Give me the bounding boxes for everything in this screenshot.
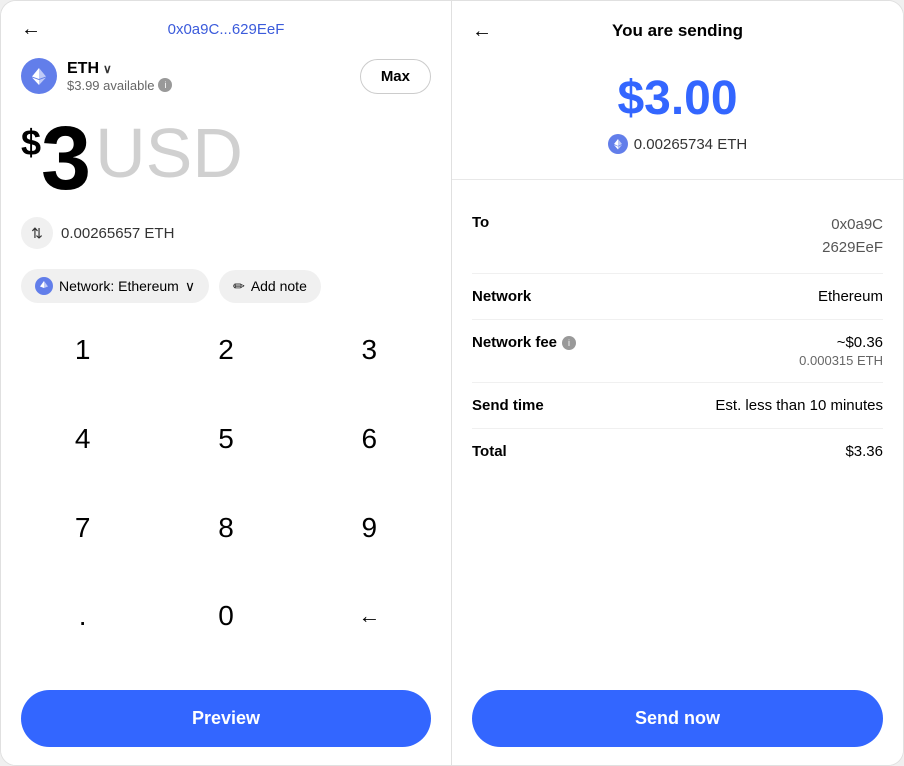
amount-display: $ 3 USD <box>1 104 451 209</box>
dollar-sign: $ <box>21 122 41 164</box>
left-back-button[interactable]: ← <box>21 18 41 41</box>
fee-usd-value: ~$0.36 <box>799 334 883 351</box>
key-3[interactable]: 3 <box>298 320 441 380</box>
numpad: 1 2 3 4 5 6 7 8 9 . 0 ← <box>1 315 451 680</box>
key-9[interactable]: 9 <box>298 498 441 558</box>
add-note-button[interactable]: ✏ Add note <box>219 270 321 303</box>
max-button[interactable]: Max <box>360 59 431 94</box>
amount-currency: USD <box>95 118 243 188</box>
network-note-row: Network: Ethereum ∨ ✏ Add note <box>1 257 451 315</box>
right-header-title: You are sending <box>612 21 743 41</box>
left-header: ← 0x0a9C...629EeF <box>1 1 451 48</box>
key-0[interactable]: 0 <box>154 586 297 646</box>
total-value: $3.36 <box>845 443 883 460</box>
right-panel: ← You are sending $3.00 0.00265734 ETH <box>452 1 903 766</box>
key-2[interactable]: 2 <box>154 320 297 380</box>
network-chevron-icon: ∨ <box>185 278 195 295</box>
send-time-value: Est. less than 10 minutes <box>715 397 883 414</box>
key-backspace[interactable]: ← <box>298 586 441 646</box>
fee-label-row: Network fee i <box>472 334 576 351</box>
preview-button[interactable]: Preview <box>21 690 431 747</box>
token-row: ETH ∨ $3.99 available i Max <box>1 48 451 104</box>
to-row: To 0x0a9C 2629EeF <box>472 200 883 274</box>
info-icon[interactable]: i <box>158 78 172 92</box>
key-7[interactable]: 7 <box>11 498 154 558</box>
token-details: ETH ∨ $3.99 available i <box>67 60 172 93</box>
send-time-label: Send time <box>472 397 544 414</box>
network-row: Network Ethereum <box>472 274 883 320</box>
key-8[interactable]: 8 <box>154 498 297 558</box>
swap-currency-button[interactable]: ⇅ <box>21 217 53 249</box>
network-eth-icon <box>35 277 53 295</box>
send-eth-icon <box>608 134 628 154</box>
to-label: To <box>472 214 489 231</box>
token-chevron-icon: ∨ <box>103 62 112 76</box>
right-back-button[interactable]: ← <box>472 20 492 43</box>
wallet-address: 0x0a9C...629EeF <box>168 21 285 38</box>
total-label: Total <box>472 443 507 460</box>
eth-equiv-row: ⇅ 0.00265657 ETH <box>1 209 451 257</box>
eth-equiv-text: 0.00265657 ETH <box>61 225 174 242</box>
screens-container: ← 0x0a9C...629EeF ETH ∨ <box>0 0 904 766</box>
right-header: ← You are sending <box>452 1 903 51</box>
network-label: Network: Ethereum <box>59 278 179 294</box>
fee-row: Network fee i ~$0.36 0.000315 ETH <box>472 320 883 383</box>
fee-eth-value: 0.000315 ETH <box>799 353 883 368</box>
add-note-label: Add note <box>251 278 307 294</box>
pencil-icon: ✏ <box>233 278 245 295</box>
to-address: 0x0a9C 2629EeF <box>822 214 883 259</box>
key-6[interactable]: 6 <box>298 409 441 469</box>
fee-label: Network fee <box>472 334 557 351</box>
key-5[interactable]: 5 <box>154 409 297 469</box>
token-available: $3.99 available i <box>67 78 172 93</box>
send-eth-amount: 0.00265734 ETH <box>634 136 747 153</box>
token-info: ETH ∨ $3.99 available i <box>21 58 172 94</box>
send-time-row: Send time Est. less than 10 minutes <box>472 383 883 429</box>
token-name-row[interactable]: ETH ∨ <box>67 60 172 78</box>
send-eth-row: 0.00265734 ETH <box>608 134 747 154</box>
key-1[interactable]: 1 <box>11 320 154 380</box>
total-row: Total $3.36 <box>472 429 883 474</box>
eth-logo-icon <box>21 58 57 94</box>
send-usd-amount: $3.00 <box>617 71 737 126</box>
send-now-button[interactable]: Send now <box>472 690 883 747</box>
details-section: To 0x0a9C 2629EeF Network Ethereum Netwo… <box>452 180 903 680</box>
amount-number: 3 <box>41 114 91 204</box>
key-dot[interactable]: . <box>11 586 154 646</box>
network-selector[interactable]: Network: Ethereum ∨ <box>21 269 209 303</box>
left-panel: ← 0x0a9C...629EeF ETH ∨ <box>1 1 452 766</box>
network-detail-value: Ethereum <box>818 288 883 305</box>
key-4[interactable]: 4 <box>11 409 154 469</box>
fee-info-icon[interactable]: i <box>562 336 576 350</box>
network-detail-label: Network <box>472 288 531 305</box>
send-amount-section: $3.00 0.00265734 ETH <box>452 51 903 180</box>
